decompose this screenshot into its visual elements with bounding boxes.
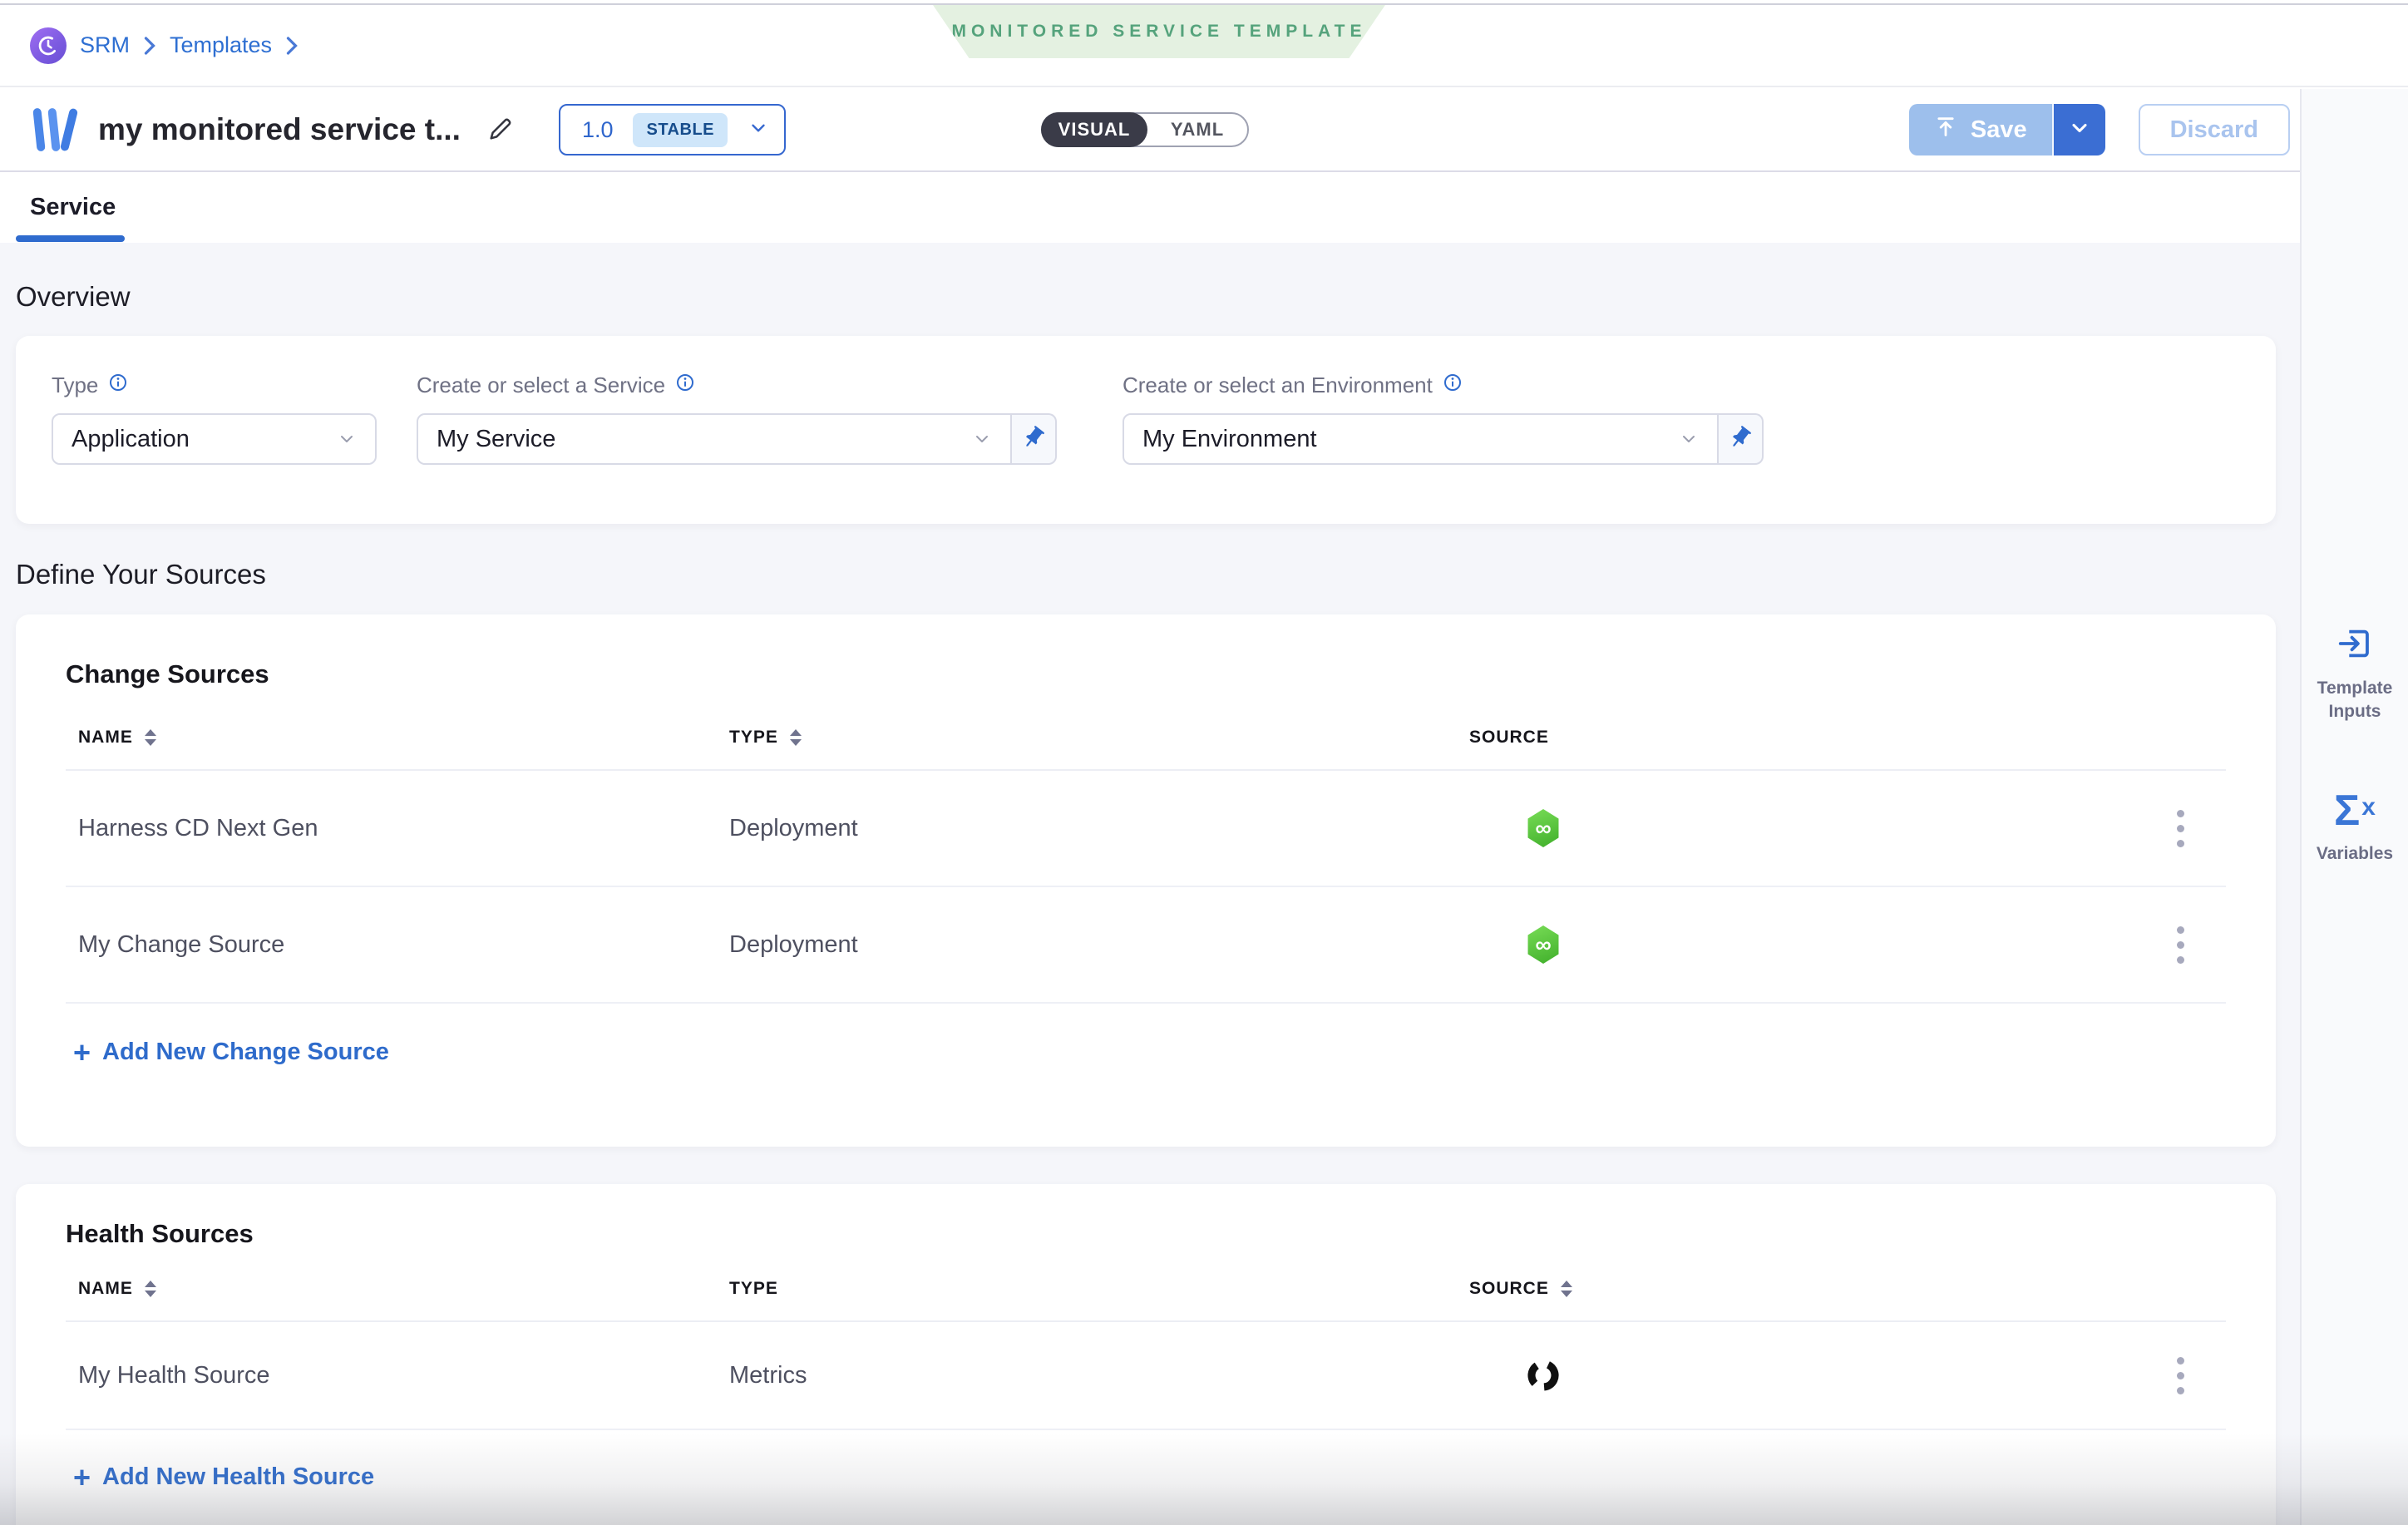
type-field: Type Application [52, 373, 377, 524]
save-split-button: Save [1909, 104, 2105, 155]
monitored-service-template-badge: MONITORED SERVICE TEMPLATE [933, 5, 1385, 58]
row-menu-button[interactable] [2169, 802, 2193, 856]
pushpin-icon [1021, 425, 1046, 454]
save-options-button[interactable] [2052, 104, 2105, 155]
row-name: My Health Source [78, 1362, 729, 1389]
service-pin-button[interactable] [1012, 413, 1057, 465]
column-header-name[interactable]: NAME [78, 1279, 729, 1299]
info-icon[interactable] [108, 373, 128, 398]
variables-button[interactable]: Σx Variables [2317, 789, 2393, 866]
badge-label: MONITORED SERVICE TEMPLATE [951, 22, 1366, 42]
column-header-name[interactable]: NAME [78, 728, 729, 748]
header-actions: Save Discard [1909, 104, 2290, 155]
template-right-rail: Template Inputs Σx Variables [2300, 89, 2408, 1525]
toggle-visual[interactable]: VISUAL [1041, 112, 1147, 147]
info-icon[interactable] [675, 373, 695, 398]
environment-label: Create or select an Environment [1123, 373, 1433, 398]
chevron-right-icon [285, 36, 299, 56]
environment-select[interactable]: My Environment [1123, 413, 1719, 465]
save-button[interactable]: Save [1909, 104, 2052, 155]
template-inputs-button[interactable]: Template Inputs [2302, 624, 2408, 724]
row-type: Metrics [729, 1362, 1469, 1389]
service-select[interactable]: My Service [417, 413, 1012, 465]
table-row[interactable]: My Change Source Deployment ∞ [66, 887, 2226, 1004]
health-sources-title: Health Sources [66, 1184, 2226, 1249]
breadcrumb-templates-link[interactable]: Templates [170, 32, 272, 58]
template-title-bar: my monitored service t... 1.0 STABLE VIS… [0, 89, 2408, 172]
tab-service[interactable]: Service [30, 194, 116, 221]
chevron-down-icon [337, 429, 357, 449]
change-sources-card: Change Sources NAME TYPE SOURCE Harness … [16, 614, 2276, 1147]
page-title: my monitored service t... [98, 112, 461, 147]
table-row[interactable]: Harness CD Next Gen Deployment ∞ [66, 771, 2226, 887]
harness-cd-icon: ∞ [1526, 925, 1561, 964]
edit-title-button[interactable] [484, 114, 516, 146]
row-menu-button[interactable] [2169, 918, 2193, 972]
appdynamics-icon [1526, 1358, 1561, 1393]
change-sources-header-row: NAME TYPE SOURCE [66, 728, 2226, 771]
column-header-type[interactable]: TYPE [729, 728, 1469, 748]
row-name: My Change Source [78, 931, 729, 959]
add-health-source-button[interactable]: + Add New Health Source [73, 1463, 374, 1491]
template-inputs-icon [2336, 624, 2374, 667]
health-sources-header-row: NAME TYPE SOURCE [66, 1279, 2226, 1322]
add-change-source-button[interactable]: + Add New Change Source [73, 1039, 389, 1066]
service-field: Create or select a Service My Service [417, 373, 1057, 524]
upload-icon [1934, 115, 1957, 145]
active-tab-indicator [16, 235, 125, 242]
toggle-yaml[interactable]: YAML [1147, 119, 1247, 141]
srm-product-icon[interactable] [30, 27, 67, 64]
version-stable-tag: STABLE [633, 113, 728, 147]
chevron-down-icon [1679, 429, 1699, 449]
change-sources-title: Change Sources [66, 614, 2226, 689]
sort-icon [145, 1281, 156, 1297]
overview-card: Type Application Create or select a S [16, 336, 2276, 524]
type-label: Type [52, 373, 98, 398]
health-sources-card: Health Sources NAME TYPE SOURCE My Healt… [16, 1184, 2276, 1525]
info-icon[interactable] [1443, 373, 1463, 398]
chevron-down-icon [2068, 116, 2091, 144]
template-inputs-label: Template Inputs [2302, 677, 2408, 724]
service-label: Create or select a Service [417, 373, 665, 398]
environment-field: Create or select an Environment My Envir… [1123, 373, 1764, 524]
pushpin-icon [1728, 425, 1753, 454]
sort-icon [790, 729, 802, 746]
version-number: 1.0 [582, 117, 614, 143]
row-type: Deployment [729, 931, 1469, 959]
type-select[interactable]: Application [52, 413, 377, 465]
sort-icon [145, 729, 156, 746]
discard-button[interactable]: Discard [2139, 104, 2290, 155]
chevron-right-icon [143, 36, 156, 56]
environment-pin-button[interactable] [1719, 413, 1764, 465]
variables-label: Variables [2317, 842, 2393, 866]
column-header-type[interactable]: TYPE [729, 1279, 1469, 1299]
row-menu-button[interactable] [2169, 1349, 2193, 1403]
save-label: Save [1971, 116, 2027, 144]
chevron-down-icon [748, 117, 769, 143]
sort-icon [1561, 1281, 1572, 1297]
breadcrumb-srm-link[interactable]: SRM [80, 32, 130, 58]
harness-cd-icon: ∞ [1526, 809, 1561, 847]
variables-icon: Σx [2334, 789, 2376, 832]
template-library-icon [30, 106, 80, 153]
overview-heading: Overview [16, 281, 2300, 313]
row-name: Harness CD Next Gen [78, 815, 729, 842]
column-header-source[interactable]: SOURCE [1469, 1279, 2134, 1299]
visual-yaml-toggle: VISUAL YAML [1041, 112, 1249, 147]
column-header-source[interactable]: SOURCE [1469, 728, 2134, 748]
service-tab-content: Overview Type Application [0, 243, 2300, 1525]
chevron-down-icon [972, 429, 992, 449]
define-sources-heading: Define Your Sources [16, 559, 2300, 590]
version-selector[interactable]: 1.0 STABLE [559, 104, 786, 155]
row-type: Deployment [729, 815, 1469, 842]
table-row[interactable]: My Health Source Metrics [66, 1322, 2226, 1430]
template-tab-bar: Service [0, 174, 2300, 243]
